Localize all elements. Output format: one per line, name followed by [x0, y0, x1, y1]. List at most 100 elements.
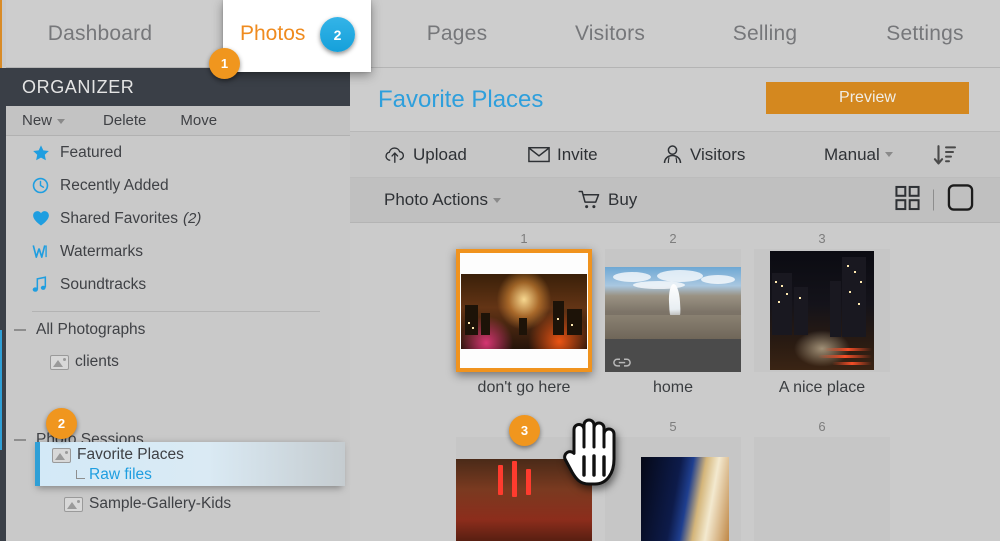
chevron-down-icon — [57, 118, 66, 124]
callout-badge-3-number: 3 — [520, 423, 529, 438]
photo-number-5: 5 — [669, 419, 677, 434]
tab-visitors-label: Visitors — [574, 22, 646, 45]
callout-badge-3: 3 — [509, 415, 540, 446]
sidebar-nav-list: Featured Recently Added Shared Favorites… — [6, 136, 350, 301]
photo-number-1: 1 — [520, 231, 528, 246]
upload-button[interactable]: Upload — [384, 145, 467, 165]
photo-selection-border-1 — [456, 249, 592, 372]
move-button[interactable]: Move — [180, 112, 217, 129]
callout-badge-2-number: 2 — [333, 26, 342, 43]
photo-grid: 1 don't go here 2 home 3 A nice place 5 … — [350, 223, 1000, 541]
photo-2-info-bar — [605, 339, 741, 372]
tree-item-clients[interactable]: clients — [6, 346, 350, 378]
edge-strip-blue-segment — [0, 330, 2, 450]
tab-settings[interactable]: Settings — [858, 0, 992, 68]
photo-thumbnail-2 — [605, 249, 741, 372]
callout-badge-2-sidebar: 2 — [46, 408, 77, 439]
tab-photos-label: Photos — [240, 22, 306, 45]
chevron-down-icon-photo-actions — [492, 197, 501, 203]
sidebar-item-soundtracks-label: Soundtracks — [60, 275, 147, 293]
favorite-places-row[interactable]: Favorite Places — [52, 446, 184, 464]
new-button-label: New — [22, 112, 53, 129]
cart-icon — [578, 190, 601, 210]
photo-thumbnail-3 — [754, 249, 890, 372]
tree-elbow-icon — [76, 469, 85, 479]
sidebar-item-shared-favorites[interactable]: Shared Favorites (2) — [6, 202, 350, 235]
heart-icon — [32, 210, 56, 227]
watermark-w-icon — [32, 243, 56, 260]
main-content-panel: Favorite Places Preview Upload Invite Vi… — [350, 68, 1000, 541]
photo-frame-5[interactable] — [605, 437, 741, 541]
organizer-actions-bar: New Delete Move — [6, 106, 350, 136]
tab-selling[interactable]: Selling — [700, 0, 830, 68]
move-button-label: Move — [180, 112, 218, 129]
sidebar-item-featured-label: Featured — [60, 143, 123, 161]
photo-frame-3[interactable] — [754, 249, 890, 372]
link-chain-icon[interactable] — [612, 355, 631, 367]
callout-badge-2-sidebar-number: 2 — [57, 416, 66, 431]
buy-button[interactable]: Buy — [578, 190, 637, 210]
star-icon — [32, 144, 56, 162]
sort-descending-icon[interactable] — [932, 143, 958, 167]
tree-item-raw-files-label: Raw files — [89, 466, 152, 483]
new-button[interactable]: New — [22, 112, 66, 129]
photo-number-6: 6 — [818, 419, 826, 434]
page-title: Favorite Places — [378, 86, 544, 113]
app-root: Dashboard Pages Visitors Selling Setting… — [0, 0, 1000, 541]
preview-button[interactable]: Preview — [766, 82, 969, 114]
thumbnail-icon-favorite-places — [52, 447, 71, 463]
photo-number-2: 2 — [669, 231, 677, 246]
top-navigation-bar: Dashboard Pages Visitors Selling Setting… — [0, 0, 1000, 68]
cloud-upload-icon — [384, 145, 406, 164]
grid-view-icon[interactable] — [895, 185, 920, 215]
sidebar-item-shared-favorites-count: (2) — [183, 210, 202, 227]
photo-image-2 — [605, 267, 741, 339]
delete-button-label: Delete — [103, 112, 147, 129]
sidebar-item-watermarks-label: Watermarks — [60, 242, 143, 260]
sidebar-item-shared-favorites-label: Shared Favorites — [60, 209, 179, 227]
sidebar-divider — [32, 311, 320, 312]
sort-mode-dropdown[interactable]: Manual — [824, 145, 893, 165]
gallery-header: Favorite Places Preview — [350, 68, 1000, 131]
photo-thumbnail-6 — [754, 437, 890, 541]
geyser-ground — [605, 314, 741, 339]
collapse-toggle-icon[interactable] — [14, 329, 26, 331]
tab-selling-label: Selling — [732, 22, 798, 45]
tab-pages[interactable]: Pages — [390, 0, 524, 68]
sidebar-item-watermarks[interactable]: Watermarks — [6, 235, 350, 268]
callout-badge-2: 2 — [320, 17, 355, 52]
tree-item-all-photographs[interactable]: All Photographs — [6, 314, 350, 346]
gallery-toolbar-primary: Upload Invite Visitors Manual — [350, 131, 1000, 178]
tab-settings-label: Settings — [886, 22, 964, 45]
sidebar-item-recently-added[interactable]: Recently Added — [6, 169, 350, 202]
sidebar-item-soundtracks[interactable]: Soundtracks — [6, 268, 350, 301]
selection-indicator-bar — [35, 442, 40, 486]
gallery-toolbar-secondary: Photo Actions Buy — [350, 178, 1000, 223]
chevron-down-icon-sort — [884, 152, 893, 157]
view-mode-group — [895, 184, 974, 217]
photo-frame-6[interactable] — [754, 437, 890, 541]
photo-caption-1: don't go here — [477, 379, 571, 396]
photo-thumbnail-5 — [605, 437, 741, 541]
visitors-button[interactable]: Visitors — [662, 145, 745, 165]
invite-button[interactable]: Invite — [528, 145, 598, 165]
tree-item-favorite-places[interactable]: Favorite Places Raw files — [46, 442, 346, 486]
tab-dashboard[interactable]: Dashboard — [14, 0, 186, 68]
upload-button-label: Upload — [413, 144, 467, 164]
tree-item-all-photographs-label: All Photographs — [36, 321, 146, 338]
tree-item-sample-gallery-kids[interactable]: Sample-Gallery-Kids — [6, 488, 350, 520]
organizer-sidebar: ORGANIZER New Delete Move Featured Recen… — [0, 68, 350, 541]
sidebar-item-featured[interactable]: Featured — [6, 136, 350, 169]
organizer-header-title: ORGANIZER — [22, 76, 135, 97]
raw-files-row[interactable]: Raw files — [76, 466, 152, 484]
sort-mode-label: Manual — [824, 144, 880, 164]
photo-image-3 — [770, 251, 874, 370]
thumbnail-icon-kids — [64, 496, 83, 512]
tab-visitors[interactable]: Visitors — [540, 0, 680, 68]
delete-button[interactable]: Delete — [103, 112, 146, 129]
collapse-toggle-icon-sessions[interactable] — [14, 439, 26, 441]
single-view-icon[interactable] — [947, 184, 974, 217]
photo-frame-2[interactable] — [605, 249, 741, 372]
photo-actions-dropdown[interactable]: Photo Actions — [384, 190, 501, 210]
tab-pages-label: Pages — [426, 22, 488, 45]
